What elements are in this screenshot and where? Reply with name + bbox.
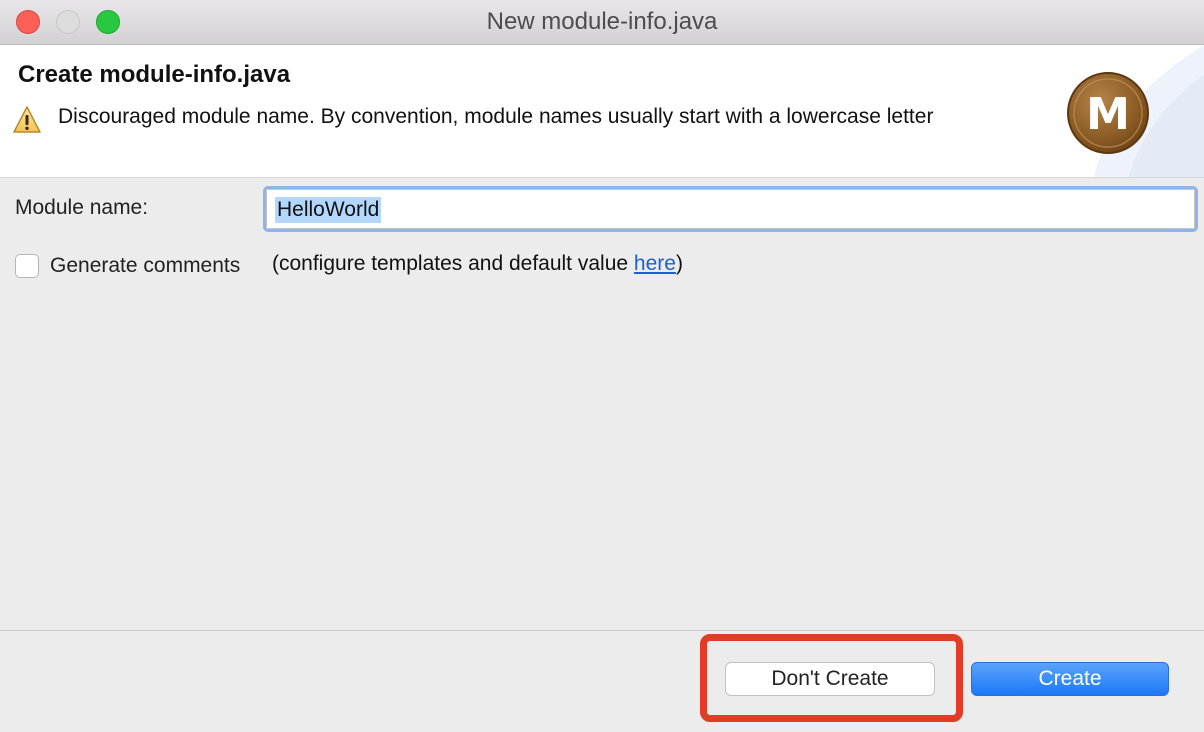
svg-text:M: M	[1086, 89, 1130, 140]
footer-divider	[0, 630, 1204, 631]
module-wizard-logo-icon: M	[1067, 72, 1149, 154]
create-button[interactable]: Create	[971, 662, 1169, 696]
banner-title: Create module-info.java	[18, 61, 291, 88]
generate-comments-label[interactable]: Generate comments	[50, 254, 240, 278]
configure-prefix-text: (configure templates and default value	[272, 252, 634, 275]
dialog-window: New module-info.java Create module-info.…	[0, 0, 1204, 732]
title-bar[interactable]: New module-info.java	[0, 0, 1204, 45]
wizard-banner: Create module-info.java Discouraged modu…	[0, 45, 1204, 178]
configure-suffix-text: )	[675, 252, 683, 275]
module-name-field-frame: HelloWorld	[263, 186, 1198, 232]
module-name-label: Module name:	[15, 196, 149, 219]
window-title: New module-info.java	[486, 8, 718, 35]
configure-here-link[interactable]: here	[634, 252, 676, 275]
module-name-input[interactable]	[266, 189, 1195, 229]
banner-warning-message: Discouraged module name. By convention, …	[58, 105, 934, 128]
dont-create-button[interactable]: Don't Create	[725, 662, 935, 696]
warning-triangle-icon	[13, 106, 41, 133]
configure-templates-text: (configure templates and default value h…	[272, 252, 683, 276]
generate-comments-checkbox[interactable]	[15, 254, 39, 278]
